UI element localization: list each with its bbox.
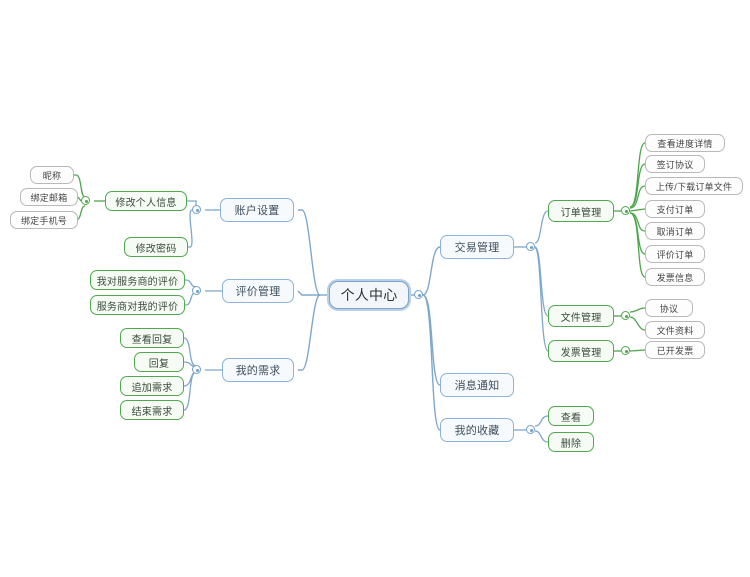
collapse-toggle-review-group[interactable] bbox=[192, 286, 201, 295]
node-label: 账户设置 bbox=[234, 205, 280, 217]
node-label: 修改个人信息 bbox=[115, 197, 177, 209]
node-label: 我的收藏 bbox=[454, 425, 500, 437]
node-label: 消息通知 bbox=[454, 380, 500, 392]
node-label: 我的需求 bbox=[235, 365, 281, 377]
node-end-demand[interactable]: 结束需求 bbox=[120, 400, 184, 420]
node-trade-management[interactable]: 交易管理 bbox=[440, 235, 514, 259]
collapse-toggle-trade-group[interactable] bbox=[526, 242, 535, 251]
mindmap-root-node[interactable]: 个人中心 bbox=[329, 281, 409, 309]
node-my-favorites[interactable]: 我的收藏 bbox=[440, 418, 514, 442]
mindmap-canvas: 个人中心 账户设置 修改个人信息 昵称 绑定邮箱 绑定手机号 修改密码 评价管理… bbox=[0, 0, 750, 577]
node-nickname[interactable]: 昵称 bbox=[30, 166, 74, 184]
node-label: 结束需求 bbox=[131, 406, 173, 418]
node-label: 绑定手机号 bbox=[20, 215, 67, 226]
node-label: 回复 bbox=[148, 358, 170, 370]
node-label: 我对服务商的评价 bbox=[96, 276, 179, 288]
collapse-toggle-account-group[interactable] bbox=[192, 205, 201, 214]
node-file-management[interactable]: 文件管理 bbox=[548, 305, 614, 327]
node-favorites-view[interactable]: 查看 bbox=[548, 406, 594, 426]
node-cancel-order[interactable]: 取消订单 bbox=[645, 222, 705, 240]
node-bind-email[interactable]: 绑定邮箱 bbox=[20, 188, 78, 206]
node-order-management[interactable]: 订单管理 bbox=[548, 200, 614, 222]
node-label: 删除 bbox=[560, 438, 582, 450]
node-label: 协议 bbox=[659, 303, 679, 314]
node-my-review-of-provider[interactable]: 我对服务商的评价 bbox=[90, 270, 185, 290]
node-label: 修改密码 bbox=[135, 243, 177, 255]
node-label: 发票管理 bbox=[560, 347, 602, 359]
collapse-toggle-file-group[interactable] bbox=[621, 311, 630, 320]
node-label: 评价管理 bbox=[235, 286, 281, 298]
collapse-toggle-demand-group[interactable] bbox=[192, 365, 201, 374]
node-label: 追加需求 bbox=[131, 382, 173, 394]
node-label: 评价订单 bbox=[656, 249, 694, 260]
collapse-toggle-profile-group[interactable] bbox=[81, 196, 90, 205]
node-view-progress-detail[interactable]: 查看进度详情 bbox=[645, 134, 725, 152]
node-label: 取消订单 bbox=[656, 226, 694, 237]
node-label: 订单管理 bbox=[560, 207, 602, 219]
node-label: 发票信息 bbox=[656, 272, 694, 283]
node-sign-agreement[interactable]: 签订协议 bbox=[645, 155, 705, 173]
node-view-reply[interactable]: 查看回复 bbox=[120, 328, 184, 348]
node-review-order[interactable]: 评价订单 bbox=[645, 245, 705, 263]
node-invoice-management[interactable]: 发票管理 bbox=[548, 340, 614, 362]
node-label: 查看进度详情 bbox=[657, 138, 713, 149]
node-label: 签订协议 bbox=[656, 159, 694, 170]
node-provider-review-of-me[interactable]: 服务商对我的评价 bbox=[90, 295, 185, 315]
node-label: 查看回复 bbox=[131, 334, 173, 346]
node-label: 文件资料 bbox=[656, 325, 694, 336]
node-message-notification[interactable]: 消息通知 bbox=[440, 373, 514, 397]
node-upload-download-order-file[interactable]: 上传/下载订单文件 bbox=[645, 177, 743, 195]
node-label: 绑定邮箱 bbox=[30, 192, 68, 203]
node-issued-invoice[interactable]: 已开发票 bbox=[645, 341, 705, 359]
collapse-toggle-root-right[interactable] bbox=[414, 290, 423, 299]
node-bind-phone[interactable]: 绑定手机号 bbox=[10, 211, 78, 229]
node-label: 交易管理 bbox=[454, 242, 500, 254]
node-label: 已开发票 bbox=[656, 345, 694, 356]
node-label: 服务商对我的评价 bbox=[96, 301, 179, 313]
node-invoice-info[interactable]: 发票信息 bbox=[645, 268, 705, 286]
node-label: 查看 bbox=[560, 412, 582, 424]
node-append-demand[interactable]: 追加需求 bbox=[120, 376, 184, 396]
node-label: 上传/下载订单文件 bbox=[655, 181, 733, 192]
node-review-management[interactable]: 评价管理 bbox=[222, 279, 294, 303]
node-agreement[interactable]: 协议 bbox=[645, 299, 693, 317]
node-label: 支付订单 bbox=[656, 204, 694, 215]
node-label: 昵称 bbox=[42, 170, 62, 181]
node-change-password[interactable]: 修改密码 bbox=[124, 237, 188, 257]
node-file-documents[interactable]: 文件资料 bbox=[645, 321, 705, 339]
node-pay-order[interactable]: 支付订单 bbox=[645, 200, 705, 218]
node-favorites-delete[interactable]: 删除 bbox=[548, 432, 594, 452]
root-label: 个人中心 bbox=[340, 287, 398, 303]
collapse-toggle-order-group[interactable] bbox=[621, 206, 630, 215]
node-account-settings[interactable]: 账户设置 bbox=[220, 198, 294, 222]
collapse-toggle-invoice-group[interactable] bbox=[621, 346, 630, 355]
node-reply[interactable]: 回复 bbox=[134, 352, 184, 372]
collapse-toggle-favorite-group[interactable] bbox=[526, 425, 535, 434]
node-my-demands[interactable]: 我的需求 bbox=[222, 358, 294, 382]
node-label: 文件管理 bbox=[560, 312, 602, 324]
node-edit-profile[interactable]: 修改个人信息 bbox=[105, 191, 187, 211]
